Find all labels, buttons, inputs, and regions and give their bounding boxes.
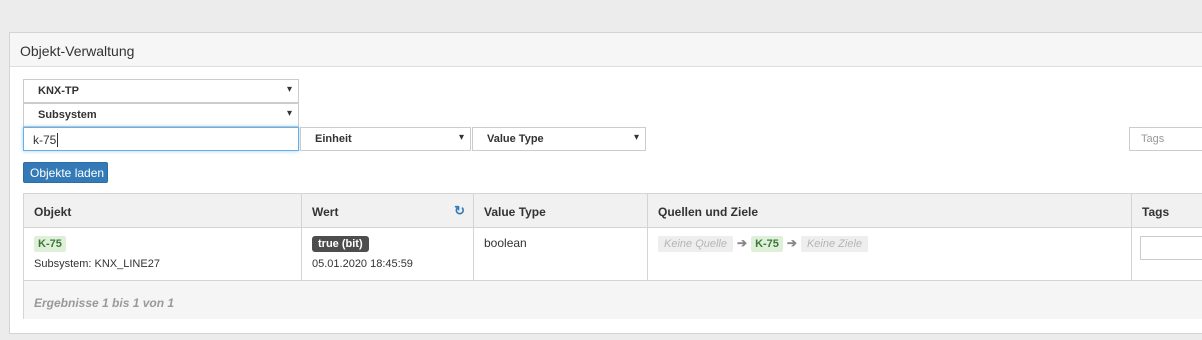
object-tag[interactable]: K-75 — [34, 236, 66, 252]
results-summary: Ergebnisse 1 bis 1 von 1 — [24, 281, 1202, 319]
column-header-value-type[interactable]: Value Type — [474, 194, 648, 228]
value-type-text: boolean — [484, 236, 527, 250]
table-row-cell-tags — [1132, 228, 1202, 281]
type-select-value: KNX-TP — [38, 85, 79, 97]
type-select[interactable]: KNX-TP ▾ — [23, 79, 299, 103]
refresh-icon[interactable]: ↻ — [454, 203, 465, 219]
chevron-down-icon: ▾ — [633, 132, 639, 143]
load-objects-button[interactable]: Objekte laden — [23, 162, 108, 183]
value-timestamp: 05.01.2020 18:45:59 — [312, 258, 413, 270]
column-header-tags[interactable]: Tags — [1132, 194, 1202, 228]
table-row-cell-objekt: K-75 Subsystem: KNX_LINE27 — [24, 228, 302, 281]
target-object-tag[interactable]: K-75 — [751, 236, 783, 252]
subsystem-select-value: Subsystem — [38, 109, 97, 121]
column-header-wert[interactable]: Wert ↻ — [302, 194, 474, 228]
table-row-cell-quellen: Keine Quelle ➔ K-75 ➔ Keine Ziele — [648, 228, 1132, 281]
results-table: Objekt Wert ↻ Value Type Quellen und Zie… — [23, 193, 1202, 319]
value-badge: true (bit) — [312, 236, 369, 252]
row-tags-input[interactable] — [1140, 236, 1202, 260]
object-subsystem: Subsystem: KNX_LINE27 — [34, 258, 160, 270]
chevron-down-icon: ▾ — [286, 84, 292, 95]
chevron-down-icon: ▾ — [458, 132, 464, 143]
tags-filter-placeholder: Tags — [1141, 133, 1165, 145]
source-tag: Keine Quelle — [658, 236, 733, 252]
search-input-value: k-75 — [33, 133, 57, 147]
column-header-quellen[interactable]: Quellen und Ziele — [648, 194, 1132, 228]
tags-filter-input[interactable]: Tags — [1129, 127, 1202, 151]
unit-select[interactable]: Einheit ▾ — [300, 127, 471, 151]
table-row-cell-wert: true (bit) 05.01.2020 18:45:59 — [302, 228, 474, 281]
column-header-objekt[interactable]: Objekt — [24, 194, 302, 228]
arrow-right-icon: ➔ — [786, 236, 797, 250]
search-input[interactable]: k-75 — [23, 127, 299, 151]
panel-title: Objekt-Verwaltung — [10, 33, 1202, 67]
subsystem-select[interactable]: Subsystem ▾ — [23, 103, 299, 127]
chevron-down-icon: ▾ — [286, 108, 292, 119]
table-row-cell-value-type: boolean — [474, 228, 648, 281]
column-header-wert-label: Wert — [312, 205, 339, 219]
arrow-right-icon: ➔ — [737, 236, 748, 250]
value-type-select-value: Value Type — [487, 133, 544, 145]
value-type-select[interactable]: Value Type ▾ — [472, 127, 646, 151]
unit-select-value: Einheit — [315, 133, 352, 145]
destination-tag: Keine Ziele — [800, 236, 869, 252]
